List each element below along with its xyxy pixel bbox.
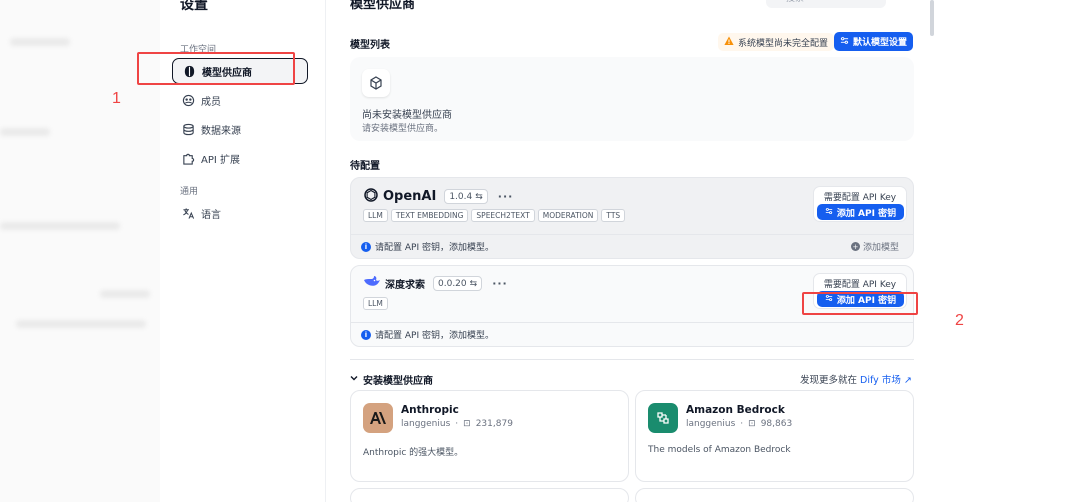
provider-name: 深度求索 [385, 280, 425, 291]
settings-title: 设置 [180, 0, 208, 13]
annotation-box-1 [137, 52, 295, 85]
annotation-box-2 [802, 292, 918, 315]
info-icon: i [361, 329, 371, 340]
tag: TEXT EMBEDDING [390, 209, 469, 222]
annotation-number-2: 2 [955, 312, 964, 329]
marketplace-card-anthropic[interactable]: Anthropic langgenius · ⊡ 231,879 Anthrop… [350, 390, 629, 482]
external-link-icon: ↗ [903, 375, 912, 386]
switch-icon: ⇆ [469, 278, 478, 289]
download-icon: ⊡ [463, 419, 471, 429]
sidebar-item-data-sources[interactable]: 数据来源 [172, 116, 308, 142]
download-count: 98,863 [760, 419, 793, 429]
plugin-author: langgenius [401, 419, 451, 429]
add-model-button[interactable]: + 添加模型 [850, 240, 899, 253]
members-icon [181, 93, 195, 107]
market-name: Dify 市场 [860, 375, 901, 386]
empty-providers-box: 尚未安装模型供应商 请安装模型供应商。 [350, 57, 914, 141]
annotation-number-1: 1 [112, 90, 121, 107]
needs-api-key-label: 需要配置 API Key [823, 193, 897, 203]
pending-config-title: 待配置 [350, 161, 380, 172]
bedrock-logo-icon [648, 403, 678, 433]
download-count: 231,879 [475, 419, 513, 429]
warning-text: 系统模型尚未完全配置 [738, 38, 829, 49]
switch-icon: ⇆ [475, 191, 483, 202]
version-text: 1.0.4 [449, 191, 473, 202]
tag: LLM [363, 209, 388, 222]
version-badge[interactable]: 1.0.4 ⇆ [444, 189, 488, 204]
provider-card-openai: OpenAI 1.0.4 ⇆ ··· LLM TEXT EMBEDDING SP… [350, 177, 914, 259]
plugin-description: The models of Amazon Bedrock [648, 445, 791, 455]
deepseek-whale-icon [363, 275, 381, 292]
version-badge[interactable]: 0.0.20 ⇆ [433, 276, 483, 291]
puzzle-icon [181, 151, 195, 165]
translate-icon [181, 206, 195, 220]
needs-api-key-label: 需要配置 API Key [823, 280, 897, 290]
sidebar-item-members[interactable]: 成员 [172, 87, 308, 113]
tag: MODERATION [537, 209, 599, 222]
default-model-settings-button[interactable]: 默认模型设置 [834, 32, 913, 51]
more-options-icon[interactable]: ··· [498, 190, 514, 203]
model-cube-icon [362, 69, 390, 97]
add-api-key-button[interactable]: 添加 API 密钥 [817, 204, 904, 220]
plugin-name: Anthropic [401, 404, 459, 416]
sidebar-item-api-extension[interactable]: API 扩展 [172, 145, 308, 171]
tag: SPEECH2TEXT [471, 209, 535, 222]
info-icon: i [361, 241, 371, 252]
sidebar-item-label: 数据来源 [201, 125, 241, 137]
empty-title: 尚未安装模型供应商 [362, 110, 452, 121]
tag: TTS [601, 209, 626, 222]
plugin-author: langgenius [686, 419, 736, 429]
plugin-name: Amazon Bedrock [686, 404, 785, 416]
section-divider [350, 359, 914, 360]
add-model-label: 添加模型 [862, 243, 899, 253]
model-type-tags: LLM [363, 297, 388, 310]
anthropic-logo-icon [363, 403, 393, 433]
search-input[interactable]: 搜索 [766, 0, 886, 8]
provider-name: OpenAI [383, 189, 437, 204]
scrollbar[interactable] [930, 0, 934, 36]
more-options-icon[interactable]: ··· [492, 277, 508, 290]
install-providers-title: 安装模型供应商 [363, 376, 433, 387]
download-icon: ⊡ [748, 419, 756, 429]
card-footer: i 请配置 API 密钥，添加模型。 + 添加模型 [351, 234, 913, 258]
footer-text: 请配置 API 密钥，添加模型。 [375, 331, 494, 341]
api-key-config-box: 需要配置 API Key 添加 API 密钥 [813, 186, 907, 222]
model-type-tags: LLM TEXT EMBEDDING SPEECH2TEXT MODERATIO… [363, 209, 626, 222]
install-providers-toggle[interactable]: 安装模型供应商 [350, 372, 433, 387]
openai-logo-icon [363, 187, 379, 206]
empty-description: 请安装模型供应商。 [362, 124, 444, 134]
general-group-label: 通用 [180, 187, 199, 197]
sidebar-item-label: 成员 [201, 96, 221, 108]
sidebar-item-label: 语言 [201, 209, 221, 221]
settings-sliders-icon [825, 207, 833, 218]
model-list-title: 模型列表 [350, 40, 390, 51]
chevron-down-icon [350, 374, 358, 385]
system-model-warning-badge: 系统模型尚未完全配置 [718, 33, 835, 51]
sidebar-item-label: API 扩展 [201, 154, 240, 166]
dify-marketplace-link[interactable]: 发现更多就在 Dify 市场 ↗ [800, 372, 912, 386]
market-prefix: 发现更多就在 [800, 375, 858, 386]
version-text: 0.0.20 [438, 278, 467, 289]
database-icon [181, 122, 195, 136]
marketplace-card-partial[interactable] [635, 488, 914, 502]
plugin-description: Anthropic 的强大模型。 [363, 448, 464, 458]
marketplace-card-amazon-bedrock[interactable]: Amazon Bedrock langgenius · ⊡ 98,863 The… [635, 390, 914, 482]
tag: LLM [363, 297, 388, 310]
default-model-settings-label: 默认模型设置 [852, 38, 907, 48]
plus-icon: + [850, 242, 860, 251]
main-panel: 模型供应商 搜索 模型列表 系统模型尚未完全配置 默认模型设置 尚未安装模型供应… [326, 0, 936, 502]
add-api-key-label: 添加 API 密钥 [836, 208, 897, 219]
sidebar-item-language[interactable]: 语言 [172, 200, 308, 226]
footer-text: 请配置 API 密钥，添加模型。 [375, 243, 494, 253]
warning-icon [724, 36, 734, 49]
background-blurred-region [0, 0, 160, 502]
page-title: 模型供应商 [350, 0, 416, 12]
card-footer: i 请配置 API 密钥，添加模型。 [351, 322, 913, 346]
marketplace-card-partial[interactable] [350, 488, 629, 502]
settings-sliders-icon [840, 36, 849, 48]
